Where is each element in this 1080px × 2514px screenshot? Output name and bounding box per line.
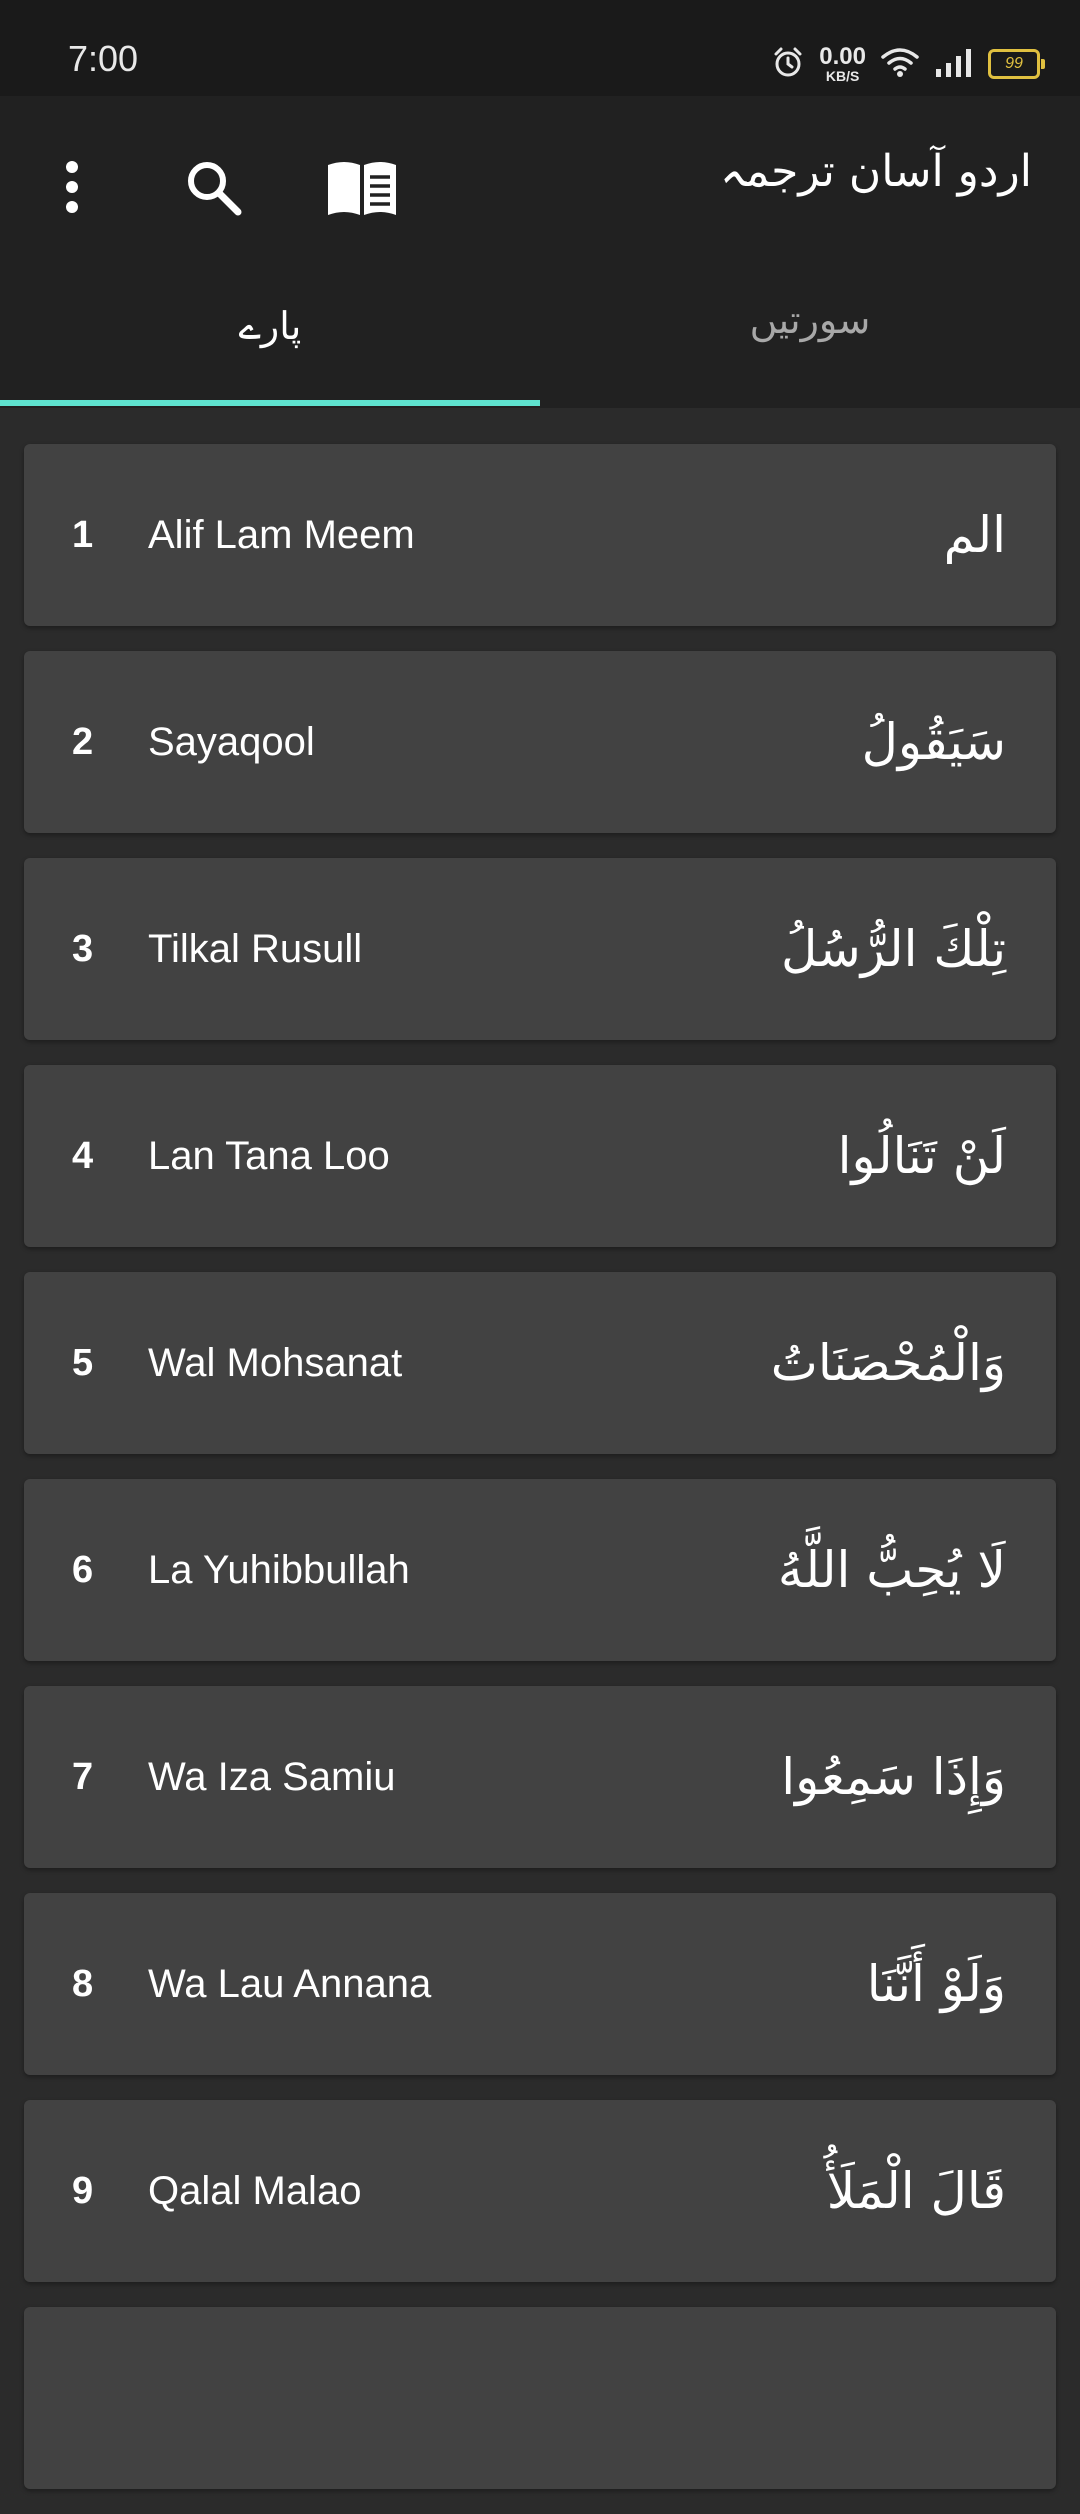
para-name: Tilkal Rusull (148, 926, 363, 971)
para-arabic-title: لَنْ تَنَالُوا (837, 1127, 1006, 1185)
para-arabic-title: سَيَقُولُ (861, 713, 1006, 771)
status-bar: 7:00 0.00 KB/S 99 (0, 0, 1080, 96)
tab-paray-label: پارے (238, 304, 302, 348)
para-card[interactable]: 8 Wa Lau Annana وَلَوْ أَنَّنَا (24, 1893, 1056, 2075)
search-icon[interactable] (182, 148, 246, 228)
selected-tab-indicator (0, 400, 540, 406)
para-number: 1 (72, 513, 94, 556)
alarm-icon (771, 45, 805, 83)
para-number: 3 (72, 927, 94, 970)
para-card[interactable]: 4 Lan Tana Loo لَنْ تَنَالُوا (24, 1065, 1056, 1247)
net-speed-unit: KB/S (825, 68, 860, 84)
para-card[interactable]: 2 Sayaqool سَيَقُولُ (24, 651, 1056, 833)
book-icon[interactable] (324, 150, 400, 226)
app-title: اردو آسان ترجمہ (719, 146, 1032, 197)
para-card[interactable]: 7 Wa Iza Samiu وَإِذَا سَمِعُوا (24, 1686, 1056, 1868)
tab-paray[interactable]: پارے (0, 296, 540, 408)
para-name: Wal Mohsanat (148, 1340, 403, 1385)
para-card-partial[interactable] (24, 2307, 1056, 2489)
para-name: Sayaqool (148, 719, 315, 764)
para-number: 8 (72, 1962, 94, 2005)
para-arabic-title: لَا يُحِبُّ اللَّهُ (777, 1541, 1006, 1599)
status-icons: 0.00 KB/S 99 (771, 43, 1045, 84)
para-number: 6 (72, 1548, 94, 1591)
para-arabic-title: وَإِذَا سَمِعُوا (781, 1748, 1006, 1806)
tab-surah[interactable]: سورتیں (540, 296, 1080, 408)
para-number: 4 (72, 1134, 94, 1177)
more-vert-icon[interactable] (48, 144, 96, 230)
para-name: Qalal Malao (148, 2168, 362, 2213)
para-name: Wa Lau Annana (148, 1961, 432, 2006)
para-list: 1 Alif Lam Meem الم 2 Sayaqool سَيَقُولُ… (24, 444, 1056, 2514)
para-arabic-title: وَلَوْ أَنَّنَا (866, 1955, 1006, 2013)
para-name: Lan Tana Loo (148, 1133, 390, 1178)
para-card[interactable]: 1 Alif Lam Meem الم (24, 444, 1056, 626)
para-card[interactable]: 5 Wal Mohsanat وَالْمُحْصَنَاتُ (24, 1272, 1056, 1454)
status-time: 7:00 (68, 38, 139, 79)
para-name: Wa Iza Samiu (148, 1754, 396, 1799)
para-name: Alif Lam Meem (148, 512, 415, 557)
net-speed-value: 0.00 (819, 43, 866, 70)
para-name: La Yuhibbullah (148, 1547, 410, 1592)
para-arabic-title: قَالَ الْمَلَأُ (826, 2162, 1006, 2220)
signal-icon (934, 47, 974, 81)
wifi-icon (880, 46, 920, 82)
para-number: 5 (72, 1341, 94, 1384)
para-arabic-title: وَالْمُحْصَنَاتُ (770, 1334, 1006, 1392)
para-number: 7 (72, 1755, 94, 1798)
para-card[interactable]: 3 Tilkal Rusull تِلْكَ الرُّسُلُ (24, 858, 1056, 1040)
para-number: 9 (72, 2169, 94, 2212)
para-card[interactable]: 9 Qalal Malao قَالَ الْمَلَأُ (24, 2100, 1056, 2282)
app-bar: اردو آسان ترجمہ پارے سورتیں (0, 96, 1080, 408)
battery-icon: 99 (988, 49, 1045, 79)
para-number: 2 (72, 720, 94, 763)
tab-surah-label: سورتیں (749, 298, 871, 342)
network-speed: 0.00 KB/S (819, 43, 866, 84)
para-arabic-title: الم (943, 506, 1006, 564)
para-card[interactable]: 6 La Yuhibbullah لَا يُحِبُّ اللَّهُ (24, 1479, 1056, 1661)
para-arabic-title: تِلْكَ الرُّسُلُ (781, 920, 1006, 978)
